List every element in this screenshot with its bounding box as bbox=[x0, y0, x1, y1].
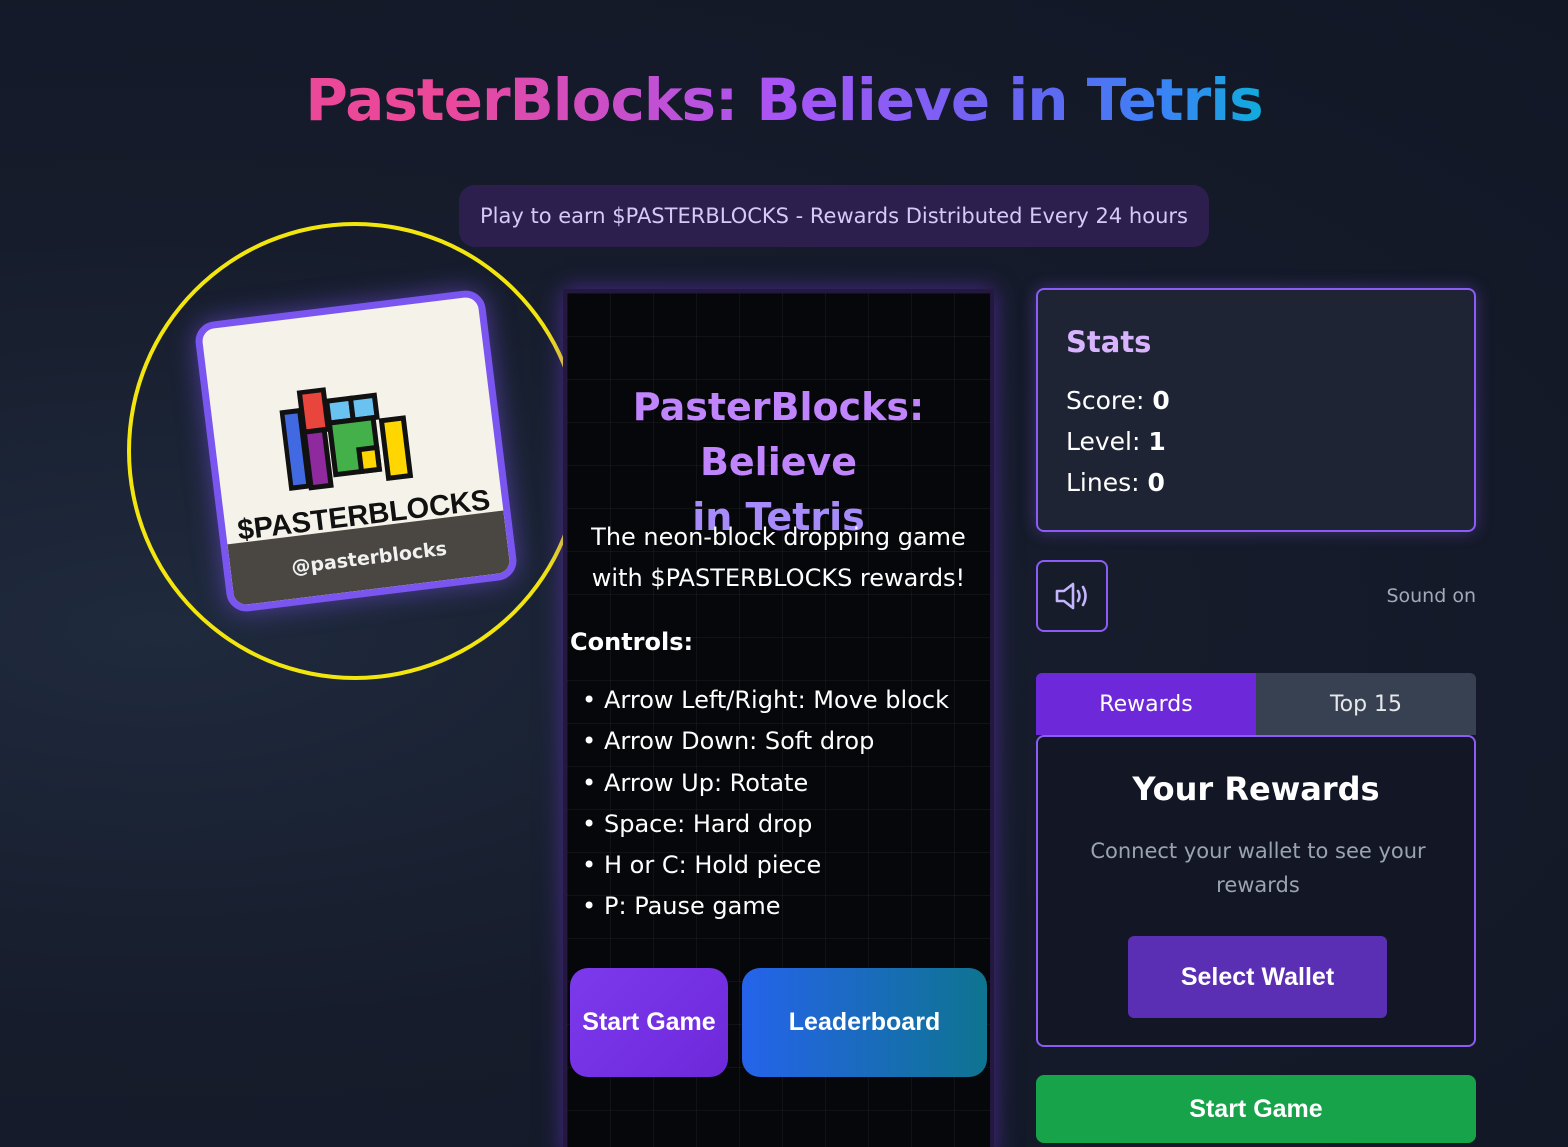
speaker-icon bbox=[1055, 582, 1087, 610]
score-value: 0 bbox=[1152, 386, 1170, 415]
score-stat: Score: 0 bbox=[1066, 386, 1170, 415]
rewards-banner: Play to earn $PASTERBLOCKS - Rewards Dis… bbox=[459, 185, 1209, 247]
controls-heading: Controls: bbox=[570, 628, 694, 656]
level-value: 1 bbox=[1148, 427, 1166, 456]
lines-value: 0 bbox=[1147, 468, 1165, 497]
page-title: PasterBlocks: Believe in Tetris bbox=[0, 66, 1568, 134]
list-item: Arrow Down: Soft drop bbox=[582, 721, 949, 762]
lines-stat: Lines: 0 bbox=[1066, 468, 1165, 497]
board-title-line1: PasterBlocks: Believe bbox=[632, 385, 925, 484]
start-game-button[interactable]: Start Game bbox=[570, 968, 728, 1077]
board-description: The neon-block dropping game with $PASTE… bbox=[591, 523, 966, 592]
rewards-message: Connect your wallet to see your rewards bbox=[1090, 839, 1426, 897]
level-label: Level: bbox=[1066, 427, 1141, 456]
level-stat: Level: 1 bbox=[1066, 427, 1166, 456]
rewards-panel: Your Rewards Connect your wallet to see … bbox=[1036, 735, 1476, 1047]
rewards-heading: Your Rewards bbox=[1132, 770, 1380, 808]
list-item: Arrow Up: Rotate bbox=[582, 763, 949, 804]
list-item: H or C: Hold piece bbox=[582, 845, 949, 886]
sound-status: Sound on bbox=[1386, 585, 1476, 607]
tab-rewards[interactable]: Rewards bbox=[1036, 673, 1256, 735]
controls-list: Arrow Left/Right: Move block Arrow Down:… bbox=[582, 680, 949, 928]
list-item: P: Pause game bbox=[582, 886, 949, 927]
score-label: Score: bbox=[1066, 386, 1145, 415]
stats-panel: Stats Score: 0 Level: 1 Lines: 0 bbox=[1036, 288, 1476, 532]
list-item: Arrow Left/Right: Move block bbox=[582, 680, 949, 721]
lines-label: Lines: bbox=[1066, 468, 1140, 497]
stats-heading: Stats bbox=[1066, 325, 1152, 359]
sound-toggle-button[interactable] bbox=[1036, 560, 1108, 632]
logo: $PASTERBLOCKS @pasterblocks bbox=[193, 288, 519, 614]
select-wallet-button[interactable]: Select Wallet bbox=[1128, 936, 1387, 1018]
tab-top-15[interactable]: Top 15 bbox=[1256, 673, 1476, 735]
start-game-side-button[interactable]: Start Game bbox=[1036, 1075, 1476, 1143]
leaderboard-button[interactable]: Leaderboard bbox=[742, 968, 987, 1077]
tetris-blocks-icon bbox=[279, 386, 414, 491]
list-item: Space: Hard drop bbox=[582, 804, 949, 845]
